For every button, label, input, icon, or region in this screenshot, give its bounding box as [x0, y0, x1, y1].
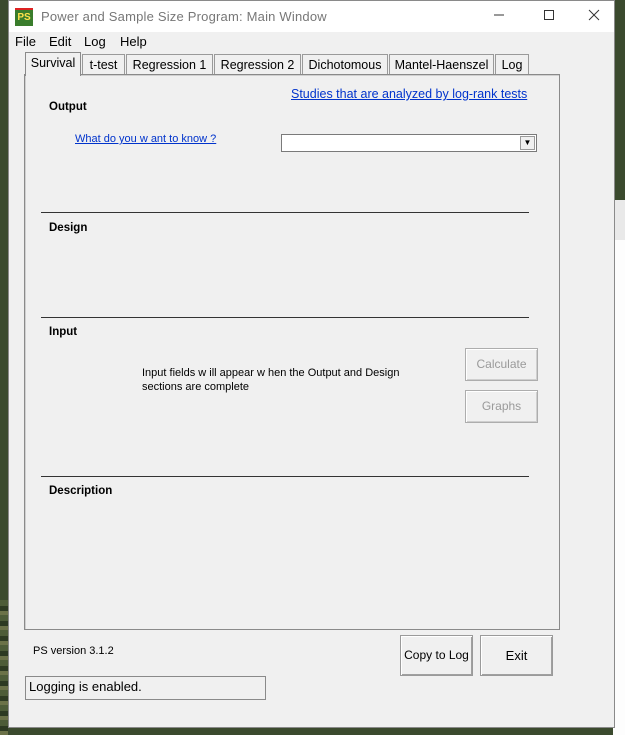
- ps-app-icon: PS: [15, 8, 33, 26]
- tab-log[interactable]: Log: [495, 54, 529, 74]
- calculate-button[interactable]: Calculate: [465, 348, 538, 381]
- desktop-background: [0, 600, 8, 735]
- output-select[interactable]: ▼: [281, 134, 537, 152]
- output-section-label: Output: [49, 101, 87, 113]
- chevron-down-icon[interactable]: ▼: [520, 136, 535, 150]
- close-button[interactable]: [571, 1, 617, 32]
- menu-file[interactable]: File: [15, 34, 36, 49]
- minimize-button[interactable]: [476, 1, 522, 32]
- survival-panel: Studies that are analyzed by log-rank te…: [24, 74, 560, 630]
- maximize-icon: [544, 10, 554, 20]
- main-window: PS Power and Sample Size Program: Main W…: [8, 0, 615, 728]
- design-divider: [41, 317, 529, 318]
- minimize-icon: [494, 14, 504, 16]
- exit-button[interactable]: Exit: [480, 635, 553, 676]
- copy-to-log-button[interactable]: Copy to Log: [400, 635, 473, 676]
- tab-mantel-haenszel[interactable]: Mantel-Haenszel: [389, 54, 494, 74]
- tab-regression-1[interactable]: Regression 1: [126, 54, 213, 74]
- input-placeholder-message: Input fields w ill appear w hen the Outp…: [142, 367, 400, 393]
- tab-t-test[interactable]: t-test: [82, 54, 125, 74]
- tab-regression-2[interactable]: Regression 2: [214, 54, 301, 74]
- what-do-you-want-to-know-link[interactable]: What do you w ant to know ?: [75, 133, 216, 145]
- menu-bar: File Edit Log Help: [9, 33, 614, 51]
- title-bar: PS Power and Sample Size Program: Main W…: [9, 1, 614, 32]
- version-label: PS version 3.1.2: [33, 645, 114, 657]
- menu-help[interactable]: Help: [120, 34, 147, 49]
- window-title: Power and Sample Size Program: Main Wind…: [41, 9, 327, 24]
- menu-log[interactable]: Log: [84, 34, 106, 49]
- graphs-button[interactable]: Graphs: [465, 390, 538, 423]
- input-divider: [41, 476, 529, 477]
- design-section-label: Design: [49, 222, 88, 234]
- close-icon: [588, 9, 600, 21]
- input-section-label: Input: [49, 326, 78, 338]
- output-divider: [41, 212, 529, 213]
- studies-log-rank-link[interactable]: Studies that are analyzed by log-rank te…: [291, 87, 527, 101]
- tab-survival[interactable]: Survival: [25, 52, 81, 76]
- maximize-button[interactable]: [526, 1, 572, 32]
- tab-dichotomous[interactable]: Dichotomous: [302, 54, 388, 74]
- description-section-label: Description: [49, 485, 113, 497]
- menu-edit[interactable]: Edit: [49, 34, 71, 49]
- status-bar: Logging is enabled.: [25, 676, 266, 700]
